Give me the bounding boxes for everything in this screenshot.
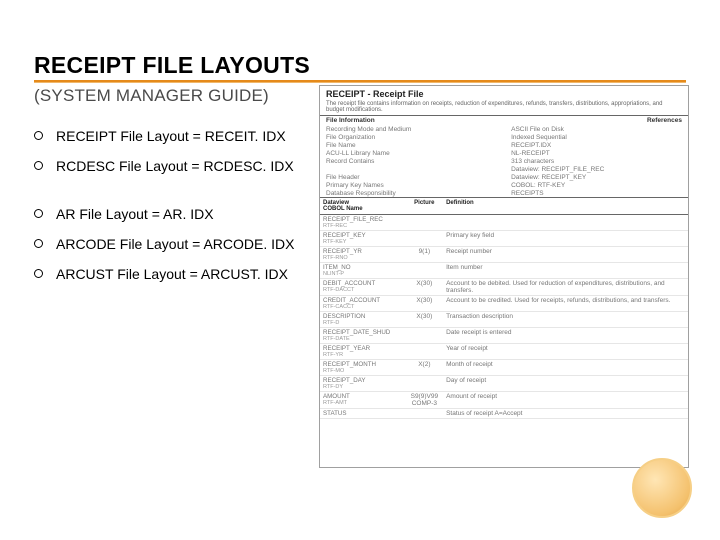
doc-meta-row: Dataview: RECEIPT_FILE_REC (320, 165, 688, 173)
doc-meta-row: File HeaderDataview: RECEIPT_KEY (320, 173, 688, 181)
table-row: AMOUNTRTF-AMTS9(9)V99 COMP-3Amount of re… (320, 392, 688, 409)
decorative-circle-icon (632, 458, 692, 518)
table-row: ITEM_NONLINT-PItem number (320, 263, 688, 279)
table-row: DESCRIPTIONRTF-DX(30)Transaction descrip… (320, 312, 688, 328)
doc-meta-row: Primary Key NamesCOBOL: RTF-KEY (320, 181, 688, 189)
list-item: RCDESC File Layout = RCDESC. IDX (34, 158, 354, 174)
list-item: ARCUST File Layout = ARCUST. IDX (34, 266, 354, 282)
list-item: RECEIPT File Layout = RECEIT. IDX (34, 128, 354, 144)
list-item: ARCODE File Layout = ARCODE. IDX (34, 236, 354, 252)
table-row: CREDIT_ACCOUNTRTF-CACCTX(30)Account to b… (320, 296, 688, 312)
doc-description: The receipt file contains information on… (320, 101, 688, 115)
title-underline (34, 80, 686, 83)
doc-meta-row: Database ResponsibilityRECEIPTS (320, 189, 688, 197)
table-row: DEBIT_ACCOUNTRTF-DACCTX(30)Account to be… (320, 279, 688, 296)
list-item: AR File Layout = AR. IDX (34, 206, 354, 222)
table-row: RECEIPT_YEARRTF-YRYear of receipt (320, 344, 688, 360)
doc-section-left: File Information (326, 117, 375, 124)
table-row: RECEIPT_KEYRTF-KEYPrimary key field (320, 231, 688, 247)
document-preview: RECEIPT - Receipt File The receipt file … (319, 85, 689, 468)
bullet-list: RECEIPT File Layout = RECEIT. IDX RCDESC … (34, 128, 354, 282)
doc-meta-row: Record Contains313 characters (320, 157, 688, 165)
doc-meta-row: File OrganizationIndexed Sequential (320, 133, 688, 141)
table-row: RECEIPT_FILE_RECRTF-REC (320, 215, 688, 231)
doc-section-right: References (647, 117, 682, 124)
doc-table-body: RECEIPT_FILE_RECRTF-RECRECEIPT_KEYRTF-KE… (320, 215, 688, 419)
table-row: RECEIPT_YRRTF-RNO9(1)Receipt number (320, 247, 688, 263)
doc-meta: Recording Mode and MediumASCII File on D… (320, 125, 688, 197)
table-row: STATUSStatus of receipt A=Accept (320, 409, 688, 419)
page-title: RECEIPT FILE LAYOUTS (34, 52, 310, 79)
doc-table-header: DataviewCOBOL Name Picture Definition (320, 197, 688, 215)
table-row: RECEIPT_MONTHRTF-MOX(2)Month of receipt (320, 360, 688, 376)
doc-meta-row: File NameRECEIPT.IDX (320, 141, 688, 149)
doc-meta-row: Recording Mode and MediumASCII File on D… (320, 125, 688, 133)
table-row: RECEIPT_DATE_SHUDRTF-DATEDate receipt is… (320, 328, 688, 344)
doc-meta-row: ACU-LL Library NameNL-RECEIPT (320, 149, 688, 157)
doc-title: RECEIPT - Receipt File (320, 86, 688, 101)
page-subtitle: (SYSTEM MANAGER GUIDE) (34, 86, 269, 106)
table-row: RECEIPT_DAYRTF-DYDay of receipt (320, 376, 688, 392)
